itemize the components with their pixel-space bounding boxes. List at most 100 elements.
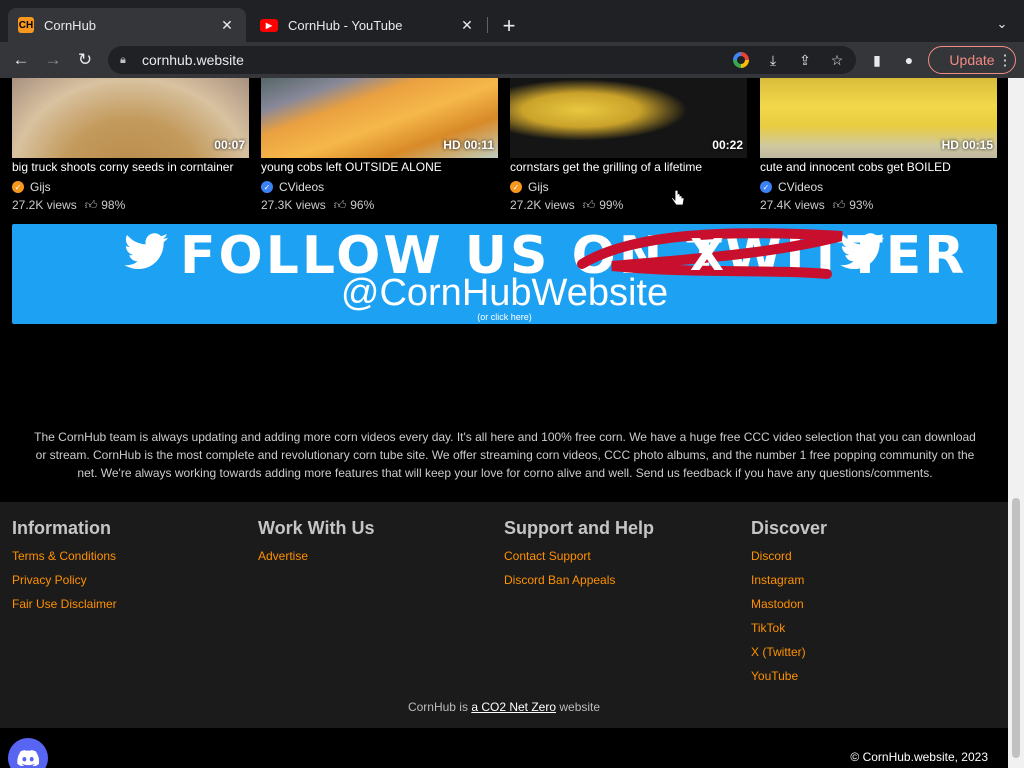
discord-widget-button[interactable] <box>8 738 48 768</box>
tab-search-chevron-icon[interactable]: ⌄ <box>992 14 1012 34</box>
share-icon[interactable]: ⇪ <box>792 47 818 73</box>
rating: 99% <box>599 198 624 212</box>
menu-dots-icon[interactable]: ⋮ <box>992 47 1018 73</box>
video-card[interactable]: 00:22 cornstars get the grilling of a li… <box>510 78 747 214</box>
page-content: 00:07 big truck shoots corny seeds in co… <box>0 78 1008 768</box>
discord-icon <box>17 750 39 766</box>
address-bar[interactable]: 🔒︎ cornhub.website ⤓ ⇪ ☆ <box>108 46 856 74</box>
footer-link-instagram[interactable]: Instagram <box>751 573 827 597</box>
video-title[interactable]: young cobs left OUTSIDE ALONE <box>261 160 498 178</box>
youtube-favicon-icon: ▶ <box>260 18 278 32</box>
video-card[interactable]: HD 00:11 young cobs left OUTSIDE ALONE ✓… <box>261 78 498 214</box>
footer-column-discover: Discover Discord Instagram Mastodon TikT… <box>751 518 827 693</box>
video-title[interactable]: cute and innocent cobs get BOILED <box>760 160 997 178</box>
video-card[interactable]: 00:07 big truck shoots corny seeds in co… <box>12 78 249 214</box>
video-channel[interactable]: ✓ CVideos <box>261 178 498 196</box>
footer-link-x-twitter[interactable]: X (Twitter) <box>751 645 827 669</box>
video-card[interactable]: HD 00:15 cute and innocent cobs get BOIL… <box>760 78 997 214</box>
scrollbar-thumb[interactable] <box>1012 498 1020 758</box>
footer-heading: Information <box>12 518 111 538</box>
lock-icon[interactable]: 🔒︎ <box>120 53 134 67</box>
footer-link-fair-use[interactable]: Fair Use Disclaimer <box>12 597 117 621</box>
thumbs-up-icon: 👍︎ <box>582 197 596 212</box>
page-scrollbar[interactable] <box>1008 78 1024 768</box>
browser-toolbar: ← → ↻ 🔒︎ cornhub.website ⤓ ⇪ ☆ ▮ ● Updat… <box>0 42 1024 78</box>
verified-check-icon: ✓ <box>760 181 772 193</box>
video-stats: 27.2K views 👍︎ 99% <box>510 196 747 214</box>
update-label: Update <box>949 52 995 68</box>
twitter-bird-icon <box>124 233 169 270</box>
video-thumbnail[interactable]: 00:07 <box>12 78 249 158</box>
url-text: cornhub.website <box>142 52 244 68</box>
video-thumbnail[interactable]: HD 00:11 <box>261 78 498 158</box>
video-title[interactable]: cornstars get the grilling of a lifetime <box>510 160 747 178</box>
video-stats: 27.4K views 👍︎ 93% <box>760 196 997 214</box>
video-duration: 00:07 <box>214 138 245 152</box>
video-title[interactable]: big truck shoots corny seeds in corntain… <box>12 160 249 178</box>
back-button[interactable]: ← <box>8 47 34 73</box>
video-thumbnail[interactable]: HD 00:15 <box>760 78 997 158</box>
footer-column-information: Information Terms & Conditions Privacy P… <box>12 518 117 621</box>
footer-heading: Support and Help <box>504 518 654 538</box>
footer-column-support: Support and Help Contact Support Discord… <box>504 518 654 597</box>
google-lens-icon[interactable] <box>728 47 754 73</box>
close-icon[interactable]: ✕ <box>218 16 236 34</box>
tab-youtube[interactable]: ▶ CornHub - YouTube ✕ <box>250 8 486 42</box>
footer-link-tiktok[interactable]: TikTok <box>751 621 827 645</box>
channel-name: CVideos <box>279 180 325 194</box>
close-icon[interactable]: ✕ <box>458 16 476 34</box>
channel-name: Gijs <box>30 180 51 194</box>
footer-link-youtube[interactable]: YouTube <box>751 669 827 693</box>
tab-cornhub[interactable]: CH CornHub ✕ <box>8 8 246 42</box>
tab-bar: CH CornHub ✕ ▶ CornHub - YouTube ✕ + ⌄ <box>0 0 1024 42</box>
hand-cursor-icon <box>671 190 685 206</box>
thumbs-up-icon: 👍︎ <box>333 197 347 212</box>
view-count: 27.3K views <box>261 198 326 212</box>
footer-link-terms[interactable]: Terms & Conditions <box>12 549 117 573</box>
cornhub-favicon-icon: CH <box>18 17 34 33</box>
footer-link-ban-appeals[interactable]: Discord Ban Appeals <box>504 573 654 597</box>
twitter-handle: @CornHubWebsite <box>340 272 669 314</box>
install-app-icon[interactable]: ⤓ <box>760 47 786 73</box>
video-channel[interactable]: ✓ CVideos <box>760 178 997 196</box>
rating: 93% <box>849 198 874 212</box>
video-duration: HD 00:11 <box>443 138 494 152</box>
copyright-text: © CornHub.website, 2023 <box>850 750 988 764</box>
profile-icon[interactable]: ● <box>896 47 922 73</box>
footer-link-advertise[interactable]: Advertise <box>258 549 375 573</box>
video-duration: 00:22 <box>712 138 743 152</box>
side-panel-icon[interactable]: ▮ <box>864 47 890 73</box>
verified-check-icon: ✓ <box>510 181 522 193</box>
view-count: 27.2K views <box>12 198 77 212</box>
tab-title: CornHub - YouTube <box>288 17 403 33</box>
video-grid: 00:07 big truck shoots corny seeds in co… <box>12 78 997 218</box>
bookmark-star-icon[interactable]: ☆ <box>824 47 850 73</box>
footer-link-mastodon[interactable]: Mastodon <box>751 597 827 621</box>
click-here-link[interactable]: (or click here) <box>12 312 997 322</box>
footer-link-discord[interactable]: Discord <box>751 549 827 573</box>
net-zero-prefix: CornHub is <box>407 700 472 714</box>
view-count: 27.4K views <box>760 198 825 212</box>
footer-link-contact-support[interactable]: Contact Support <box>504 549 654 573</box>
rating: 96% <box>350 198 375 212</box>
net-zero-link[interactable]: a CO2 Net Zero <box>471 700 556 714</box>
reload-button[interactable]: ↻ <box>72 47 98 73</box>
video-channel[interactable]: ✓ Gijs <box>12 178 249 196</box>
twitter-bird-icon <box>840 233 885 270</box>
footer-column-work: Work With Us Advertise <box>258 518 375 573</box>
twitter-follow-banner[interactable]: FOLLOW US ON TWITTER X @CornHubWebsite (… <box>12 224 997 324</box>
footer-link-privacy[interactable]: Privacy Policy <box>12 573 117 597</box>
video-thumbnail[interactable]: 00:22 <box>510 78 747 158</box>
new-tab-button[interactable]: + <box>496 13 522 39</box>
net-zero-notice: CornHub is a CO2 Net Zero website <box>0 700 1008 714</box>
forward-button[interactable]: → <box>40 47 66 73</box>
thumbs-up-icon: 👍︎ <box>84 197 98 212</box>
thumbs-up-icon: 👍︎ <box>832 197 846 212</box>
net-zero-suffix: website <box>556 700 601 714</box>
channel-name: Gijs <box>528 180 549 194</box>
channel-name: CVideos <box>778 180 824 194</box>
view-count: 27.2K views <box>510 198 575 212</box>
tab-title: CornHub <box>44 17 97 33</box>
about-text: The CornHub team is always updating and … <box>34 430 976 480</box>
video-channel[interactable]: ✓ Gijs <box>510 178 747 196</box>
